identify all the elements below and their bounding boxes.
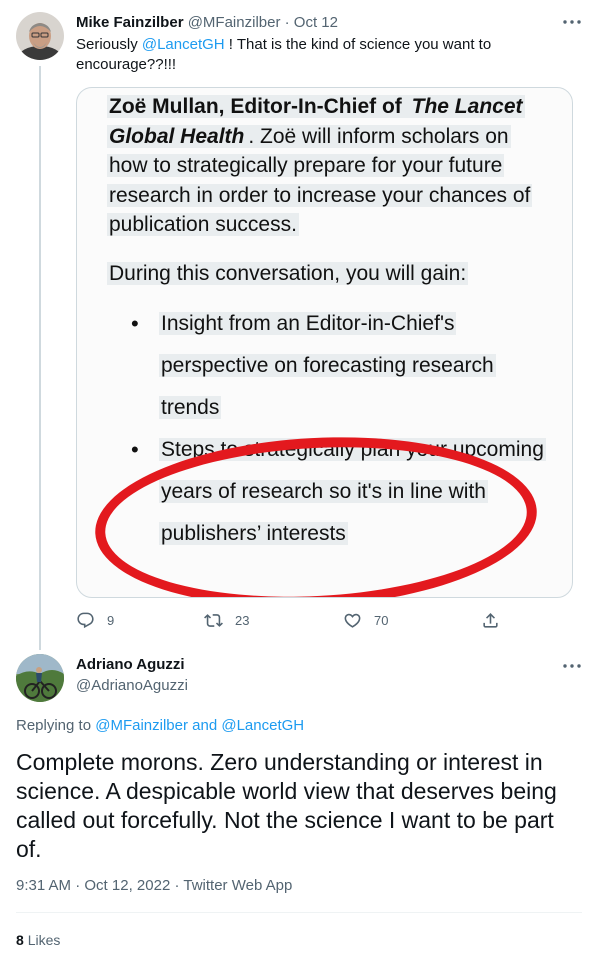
intro-bold-text: Zoë Mullan, Editor-In-Chief of xyxy=(107,95,410,118)
reply-icon xyxy=(77,612,94,628)
author-handle[interactable]: @AdrianoAguzzi xyxy=(76,676,188,696)
heart-icon xyxy=(344,613,361,628)
reply-button[interactable]: 9 xyxy=(76,609,114,631)
tweet-time[interactable]: 9:31 AM xyxy=(16,877,71,894)
tweet-meta: 9:31 AM · Oct 12, 2022 · Twitter Web App xyxy=(16,876,292,896)
replying-and[interactable]: and xyxy=(188,717,221,734)
retweet-count: 23 xyxy=(235,612,250,628)
tweet-date[interactable]: Oct 12 xyxy=(294,14,338,31)
tweet-text-start: Seriously xyxy=(76,36,142,53)
separator-dot: · xyxy=(75,877,81,894)
likes-count: 8 xyxy=(16,932,24,948)
share-icon xyxy=(483,612,498,628)
author-name[interactable]: Adriano Aguzzi xyxy=(76,655,185,675)
more-options-icon[interactable] xyxy=(562,12,582,32)
tweet-source[interactable]: Twitter Web App xyxy=(183,877,292,894)
thread-connector-line xyxy=(39,66,41,650)
replying-mention-2[interactable]: @LancetGH xyxy=(221,717,304,734)
more-options-icon[interactable] xyxy=(562,656,582,676)
like-count: 70 xyxy=(374,612,389,628)
author-handle[interactable]: @MFainzilber xyxy=(188,14,281,31)
like-button[interactable]: 70 xyxy=(343,609,388,631)
intro-paragraph: Zoë Mullan, Editor-In-Chief of The Lance… xyxy=(107,92,547,240)
separator-dot: · xyxy=(174,877,180,894)
gain-heading: During this conversation, you will gain: xyxy=(107,259,547,289)
author-name[interactable]: Mike Fainzilber xyxy=(76,14,184,31)
retweet-button[interactable]: 23 xyxy=(204,609,249,631)
replying-to: Replying to @MFainzilber and @LancetGH xyxy=(16,716,304,736)
replying-mention-1[interactable]: @MFainzilber xyxy=(95,717,188,734)
likes-label: Likes xyxy=(27,932,61,948)
mention-link[interactable]: @LancetGH xyxy=(142,36,225,53)
tweet-text: Seriously @LancetGH ! That is the kind o… xyxy=(76,35,566,75)
separator-dot: · xyxy=(284,14,290,31)
tweet-header: Mike Fainzilber @MFainzilber · Oct 12 xyxy=(76,13,338,33)
replying-prefix: Replying to xyxy=(16,717,96,734)
bullet-item: Insight from an Editor-in-Chief's perspe… xyxy=(107,303,547,429)
divider xyxy=(16,912,582,913)
tweet-media-image[interactable]: Zoë Mullan, Editor-In-Chief of The Lance… xyxy=(76,87,573,598)
reply-count: 9 xyxy=(107,612,115,628)
bullet-text: Insight from an Editor-in-Chief's perspe… xyxy=(159,312,496,419)
share-button[interactable] xyxy=(481,609,512,631)
tweet-text: Complete morons. Zero understanding or i… xyxy=(16,749,557,862)
tweet-date[interactable]: Oct 12, 2022 xyxy=(84,877,170,894)
avatar[interactable] xyxy=(16,654,64,702)
retweet-icon xyxy=(204,613,223,627)
avatar[interactable] xyxy=(16,12,64,60)
likes-stat[interactable]: 8 Likes xyxy=(16,930,60,950)
gain-heading-text: During this conversation, you will gain: xyxy=(107,261,469,285)
